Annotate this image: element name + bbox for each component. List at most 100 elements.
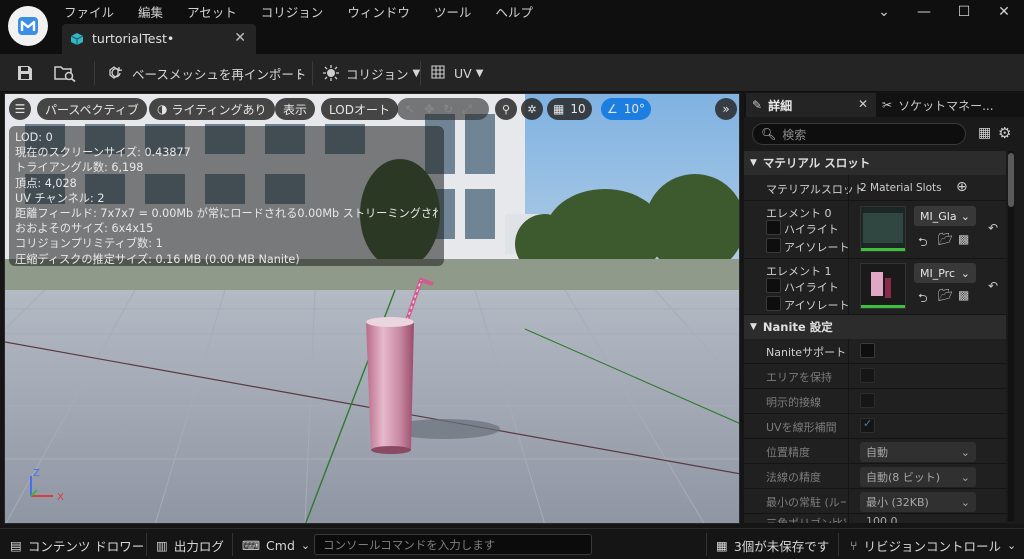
use-asset-icon[interactable]: ⮌ (918, 289, 928, 310)
app-logo[interactable] (8, 6, 48, 46)
min-resident-select[interactable]: 最小 (32KB) ⌄ (860, 492, 976, 512)
minimize-icon[interactable]: — (904, 0, 944, 24)
dropdown-chevron-icon[interactable]: ⌄ (864, 0, 904, 24)
grid-icon: ▦ (553, 102, 565, 116)
highlight-checkbox-1[interactable] (766, 278, 781, 293)
highlight-checkbox-0[interactable] (766, 220, 781, 235)
nanite-enable-checkbox[interactable] (860, 343, 875, 358)
reset-arrow-icon[interactable]: ↶ (988, 279, 998, 293)
lighting-mode-button[interactable]: ◑ ライティングあり (149, 98, 275, 120)
isolate-checkbox-0[interactable] (766, 238, 781, 253)
position-precision-select[interactable]: 自動 ⌄ (860, 442, 976, 462)
asset-tab[interactable]: turtorialTest• ✕ (62, 24, 256, 54)
axis-x-label: X (57, 492, 64, 503)
output-log-button[interactable]: ▥ 出力ログ (156, 535, 224, 555)
position-precision-value: 自動 (866, 446, 888, 459)
nanite-section[interactable]: ▼ Nanite 設定 (744, 315, 1006, 339)
chevron-down-icon: ▼ (750, 158, 757, 168)
normal-precision-label: 法線の精度 (766, 471, 821, 484)
collision-menu-button[interactable]: コリジョン ▼ (322, 62, 420, 84)
mesh-stats-overlay: LOD: 0 現在のスクリーンサイズ: 0.43877 トライアングル数: 6,… (9, 126, 444, 266)
menu-collision[interactable]: コリジョン (249, 3, 336, 23)
tab-close-icon[interactable]: ✕ (234, 30, 246, 46)
search-placeholder: 検索 (782, 127, 807, 142)
reset-arrow-icon[interactable]: ↶ (988, 221, 998, 235)
menu-file[interactable]: ファイル (52, 3, 126, 23)
clear-icon[interactable]: ▩ (958, 288, 969, 302)
status-bar: ▤ コンテンツ ドロワー ▥ 出力ログ ⌨ Cmd ⌄ コンソールコマンドを入力… (0, 528, 1024, 559)
menu-tools[interactable]: ツール (422, 3, 484, 23)
content-drawer-button[interactable]: ▤ コンテンツ ドロワー (10, 535, 144, 555)
grid-snap-button[interactable]: ▦ 10 (547, 98, 592, 120)
material-slots-label: マテリアルスロット (766, 183, 865, 196)
explicit-tangents-checkbox[interactable] (860, 393, 875, 408)
title-bar: ファイル 編集 アセット コリジョン ウィンドウ ツール ヘルプ ⌄ — ☐ ✕… (0, 0, 1024, 54)
viewport-expand-button[interactable]: » (715, 98, 737, 120)
save-icon (18, 66, 32, 80)
viewport-menu-button[interactable]: ☰ (9, 98, 31, 120)
material-thumbnail-0[interactable] (860, 206, 906, 252)
mesh-viewport[interactable]: ☰ パースペクティブ ◑ ライティングあり 表示 LODオート ↖ ✥ ↻ ⤢ … (4, 93, 740, 524)
gear-icon[interactable]: ⚙ (998, 124, 1011, 142)
material-select-0-value: MI_Gla (920, 209, 957, 223)
coordinate-space-button[interactable]: ✲ (521, 98, 543, 120)
triangle-ratio-value[interactable]: 100.0 (866, 515, 898, 523)
isolate-checkbox-1[interactable] (766, 296, 781, 311)
table-view-icon[interactable]: ▦ (978, 125, 991, 141)
lerp-uvs-checkbox[interactable]: ✓ (860, 417, 875, 433)
close-window-icon[interactable]: ✕ (984, 0, 1024, 24)
use-asset-icon[interactable]: ⮌ (918, 233, 928, 254)
rotate-icon[interactable]: ↻ (443, 102, 453, 116)
browse-icon[interactable]: 📂︎ (938, 288, 953, 302)
browse-icon[interactable]: 📂︎ (938, 232, 953, 246)
menu-asset[interactable]: アセット (175, 3, 249, 23)
menu-edit[interactable]: 編集 (126, 3, 175, 23)
normal-precision-select[interactable]: 自動(8 ビット) ⌄ (860, 467, 976, 487)
scrollbar-thumb[interactable] (1008, 153, 1014, 207)
axis-z-label: Z (33, 468, 40, 479)
column-divider (848, 339, 849, 363)
lod-auto-button[interactable]: LODオート (321, 98, 398, 120)
browse-asset-button[interactable] (54, 62, 76, 84)
maximize-icon[interactable]: ☐ (944, 0, 984, 24)
more-options-icon[interactable]: ⋮ (294, 62, 307, 84)
tab-socket-label: ソケットマネー... (898, 98, 994, 113)
menu-help[interactable]: ヘルプ (483, 3, 545, 23)
scale-icon[interactable]: ⤢ (462, 102, 472, 117)
console-command-input[interactable]: コンソールコマンドを入力します (314, 534, 592, 555)
preserve-area-checkbox[interactable] (860, 368, 875, 383)
unsaved-assets-button[interactable]: ▦ 3個が未保存です (716, 535, 829, 555)
clear-icon[interactable]: ▩ (958, 232, 969, 246)
save-button[interactable] (16, 62, 34, 84)
material-select-1[interactable]: MI_Prc ⌄ (914, 263, 976, 283)
reimport-base-mesh-button[interactable]: ベースメッシュを再インポート (106, 62, 306, 84)
select-icon[interactable]: ↖ (405, 102, 415, 116)
min-resident-value: 最小 (32KB) (866, 496, 929, 509)
material-slots-section[interactable]: ▼ マテリアル スロット (744, 151, 1006, 175)
normal-precision-value: 自動(8 ビット) (866, 471, 941, 484)
uv-menu-button[interactable]: UV ▼ (430, 62, 483, 84)
position-precision-label: 位置精度 (766, 446, 810, 459)
nanite-row-normal-precision: 法線の精度 自動(8 ビット) ⌄ (744, 464, 1006, 489)
tab-close-icon[interactable]: ✕ (858, 97, 868, 111)
show-button[interactable]: 表示 (275, 98, 316, 120)
add-slot-icon[interactable]: ⊕ (956, 179, 968, 195)
rotation-snap-button[interactable]: ∠ 10° (601, 98, 652, 120)
chevron-down-icon: ⌄ (960, 471, 970, 484)
material-select-0[interactable]: MI_Gla ⌄ (914, 206, 976, 226)
cmd-menu-button[interactable]: ⌨ Cmd ⌄ (242, 535, 310, 555)
triangle-ratio-label: 三角ポリゴン比率 (766, 517, 846, 524)
panel-scrollbar[interactable] (1008, 151, 1014, 521)
perspective-button[interactable]: パースペクティブ (37, 98, 147, 120)
tab-socket-manager[interactable]: ✂ ソケットマネー... (882, 93, 1022, 117)
move-icon[interactable]: ✥ (424, 102, 434, 116)
tab-details[interactable]: ✎ 詳細 ✕ (746, 93, 876, 117)
cmd-label: Cmd (266, 537, 295, 553)
surface-snap-button[interactable]: ⚲ (495, 98, 517, 120)
preserve-area-label: エリアを保持 (766, 371, 832, 384)
menu-window[interactable]: ウィンドウ (335, 3, 422, 23)
details-search-input[interactable]: 🔍︎ 検索 (752, 123, 966, 145)
snap-icon: ⚲ (501, 102, 511, 116)
material-thumbnail-1[interactable] (860, 263, 906, 309)
revision-control-button[interactable]: ⑂ リビジョンコントロール ⌄ (850, 535, 1016, 555)
